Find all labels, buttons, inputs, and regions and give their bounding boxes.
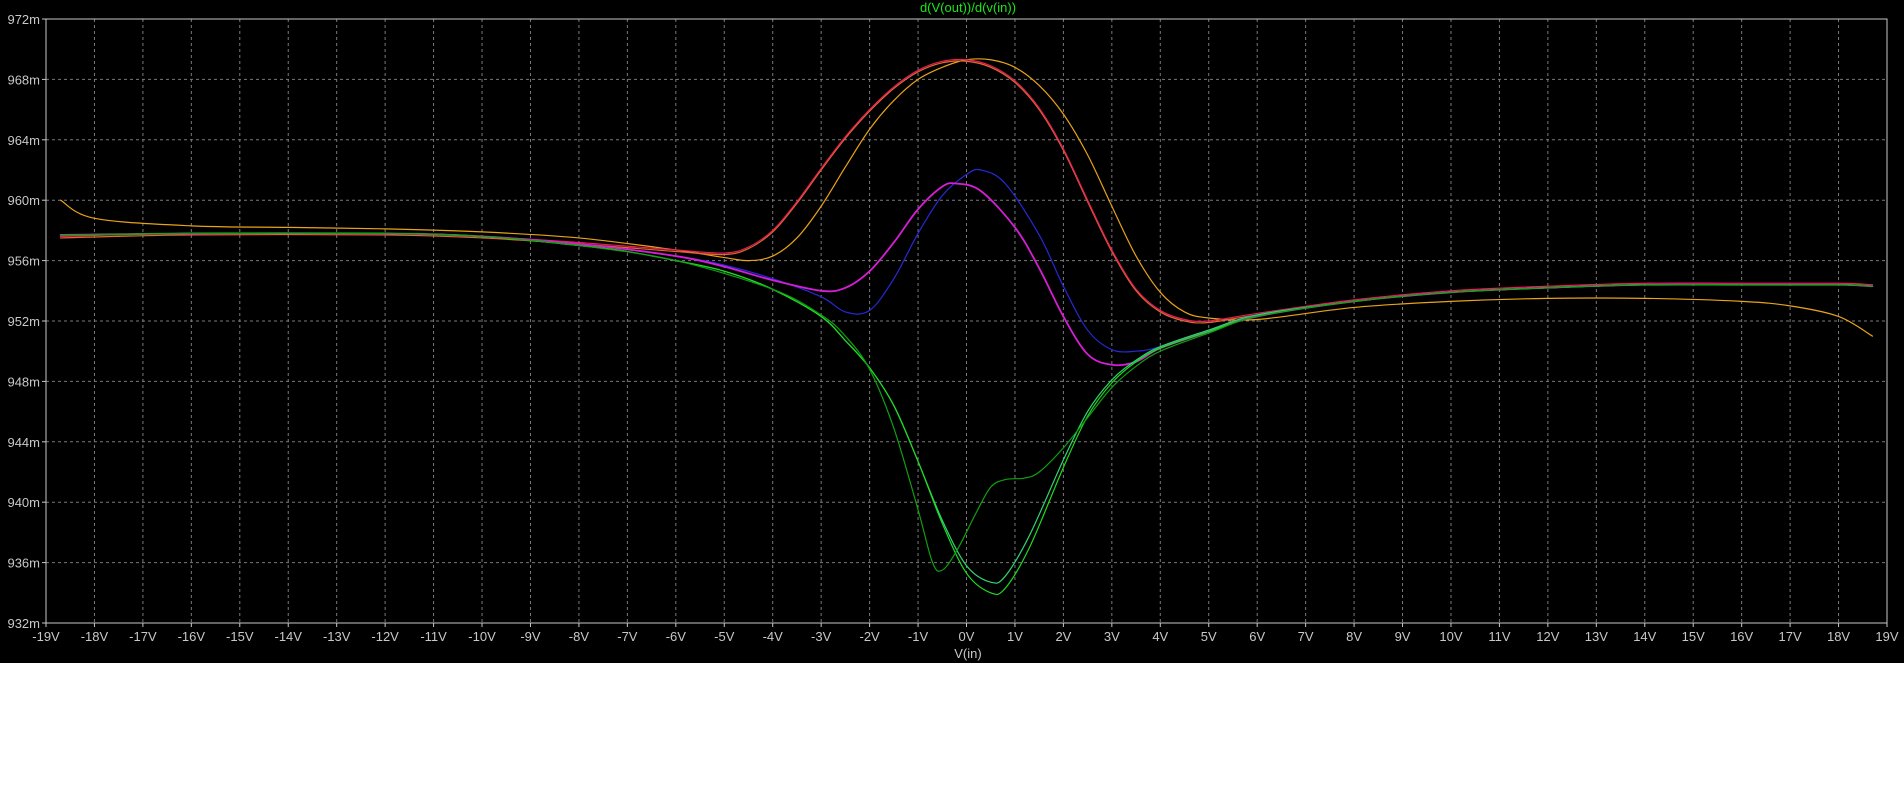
x-tick-label: 0V [959,629,975,644]
x-tick-label: 14V [1633,629,1656,644]
plot-title[interactable]: d(V(out))/d(v(in)) [920,0,1016,15]
x-tick-label: -8V [569,629,590,644]
x-tick-label: -17V [129,629,157,644]
x-axis-ticks: -19V -18V -17V -16V -15V -14V -13V -12V -11V -10V… [32,623,1899,644]
x-tick-label: -15V [226,629,254,644]
x-tick-label: -9V [520,629,541,644]
x-tick-label: -16V [178,629,206,644]
x-tick-label: -14V [275,629,303,644]
x-tick-label: 13V [1585,629,1608,644]
y-tick-label: 964m [7,133,40,148]
y-tick-label: 960m [7,193,40,208]
x-axis-title: V(in) [954,646,981,661]
y-tick-label: 932m [7,616,40,631]
y-tick-label: 952m [7,314,40,329]
x-tick-label: 18V [1827,629,1850,644]
y-tick-label: 972m [7,12,40,27]
trace-7[interactable] [59,232,1874,596]
x-tick-label: 11V [1488,629,1510,644]
x-tick-label: 3V [1104,629,1120,644]
x-tick-label: 12V [1536,629,1559,644]
x-tick-label: -12V [371,629,399,644]
y-tick-label: 940m [7,495,40,510]
plot-window: -19V -18V -17V -16V -15V -14V -13V -12V -11V -10V… [0,0,1904,663]
y-tick-label: 944m [7,435,40,450]
x-tick-label: -18V [81,629,109,644]
x-tick-label: -11V [420,629,447,644]
x-tick-label: -19V [32,629,60,644]
x-tick-label: 15V [1682,629,1705,644]
x-tick-label: -4V [763,629,784,644]
x-tick-label: 17V [1779,629,1802,644]
x-tick-label: 8V [1346,629,1362,644]
x-tick-label: 9V [1395,629,1411,644]
x-tick-label: -2V [859,629,880,644]
x-tick-label: -3V [811,629,832,644]
x-tick-label: 2V [1055,629,1071,644]
x-tick-label: 4V [1152,629,1168,644]
x-tick-label: 7V [1298,629,1314,644]
y-axis-ticks: 932m 936m 940m 944m 948m 952m 956m 960m 964m 968m… [7,12,46,631]
x-tick-label: -10V [468,629,496,644]
y-tick-label: 936m [7,556,40,571]
trace-1[interactable] [59,58,1874,337]
x-tick-label: -1V [908,629,929,644]
plot-pane[interactable]: -19V -18V -17V -16V -15V -14V -13V -12V -11V -10V… [0,0,1904,663]
x-tick-label: 5V [1201,629,1217,644]
y-tick-label: 968m [7,72,40,87]
x-tick-label: -13V [323,629,351,644]
x-tick-label: 1V [1007,629,1023,644]
x-tick-label: -6V [666,629,687,644]
x-tick-label: 10V [1439,629,1462,644]
x-tick-label: 19V [1875,629,1898,644]
y-tick-label: 956m [7,254,40,269]
x-tick-label: -7V [617,629,638,644]
x-tick-label: 16V [1730,629,1753,644]
x-tick-label: 6V [1249,629,1265,644]
y-tick-label: 948m [7,374,40,389]
x-tick-label: -5V [714,629,735,644]
